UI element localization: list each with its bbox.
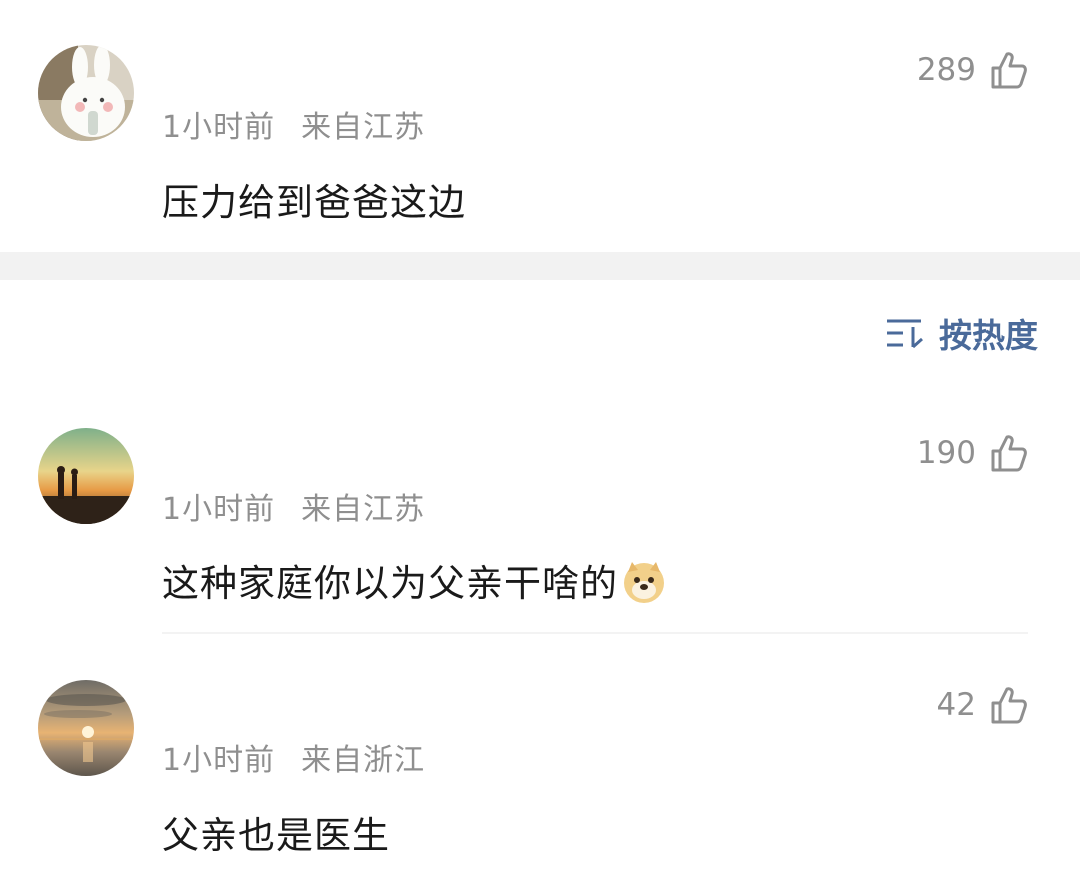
thumbs-up-icon [991,435,1027,472]
comment-text-content: 这种家庭你以为父亲干啥的 [162,562,618,605]
comment-location: 来自江苏 [301,110,426,145]
comment-location: 来自江苏 [301,492,426,527]
comment-separator [162,632,1028,634]
sort-button[interactable]: 按热度 [885,310,1038,356]
like-count: 190 [916,435,976,471]
like-button[interactable]: 190 [917,431,1028,475]
comment-meta: 1小时前 来自江苏 [162,484,425,528]
avatar[interactable] [38,45,134,141]
comment-time: 1小时前 [162,110,276,145]
thumbs-up-icon [991,687,1027,724]
comment-text: 父亲也是医生 [162,814,390,857]
comment-text: 压力给到爸爸这边 [162,181,466,224]
comment-time: 1小时前 [162,743,276,778]
thumbs-up-icon [991,52,1027,89]
comment-time: 1小时前 [162,492,276,527]
comment-location: 来自浙江 [301,743,426,778]
comment-text: 这种家庭你以为父亲干啥的 [162,553,666,607]
like-button[interactable]: 289 [917,48,1028,92]
avatar[interactable] [38,680,134,776]
like-button[interactable]: 42 [937,683,1028,727]
comment-item: 1小时前 来自江苏 压力给到爸爸这边 289 [0,0,1080,252]
cartoon-rabbit-avatar-icon [38,45,134,141]
comment-meta: 1小时前 来自江苏 [162,102,425,146]
like-count: 42 [936,687,976,723]
like-count: 289 [916,52,976,88]
doge-emoji-icon [624,562,664,603]
sort-icon [887,319,923,349]
section-divider [0,252,1080,280]
avatar[interactable] [38,428,134,524]
sunset-sea-avatar-icon [38,680,134,776]
sunset-couple-avatar-icon [38,428,134,524]
sort-label: 按热度 [939,316,1038,355]
comment-meta: 1小时前 来自浙江 [162,735,425,779]
